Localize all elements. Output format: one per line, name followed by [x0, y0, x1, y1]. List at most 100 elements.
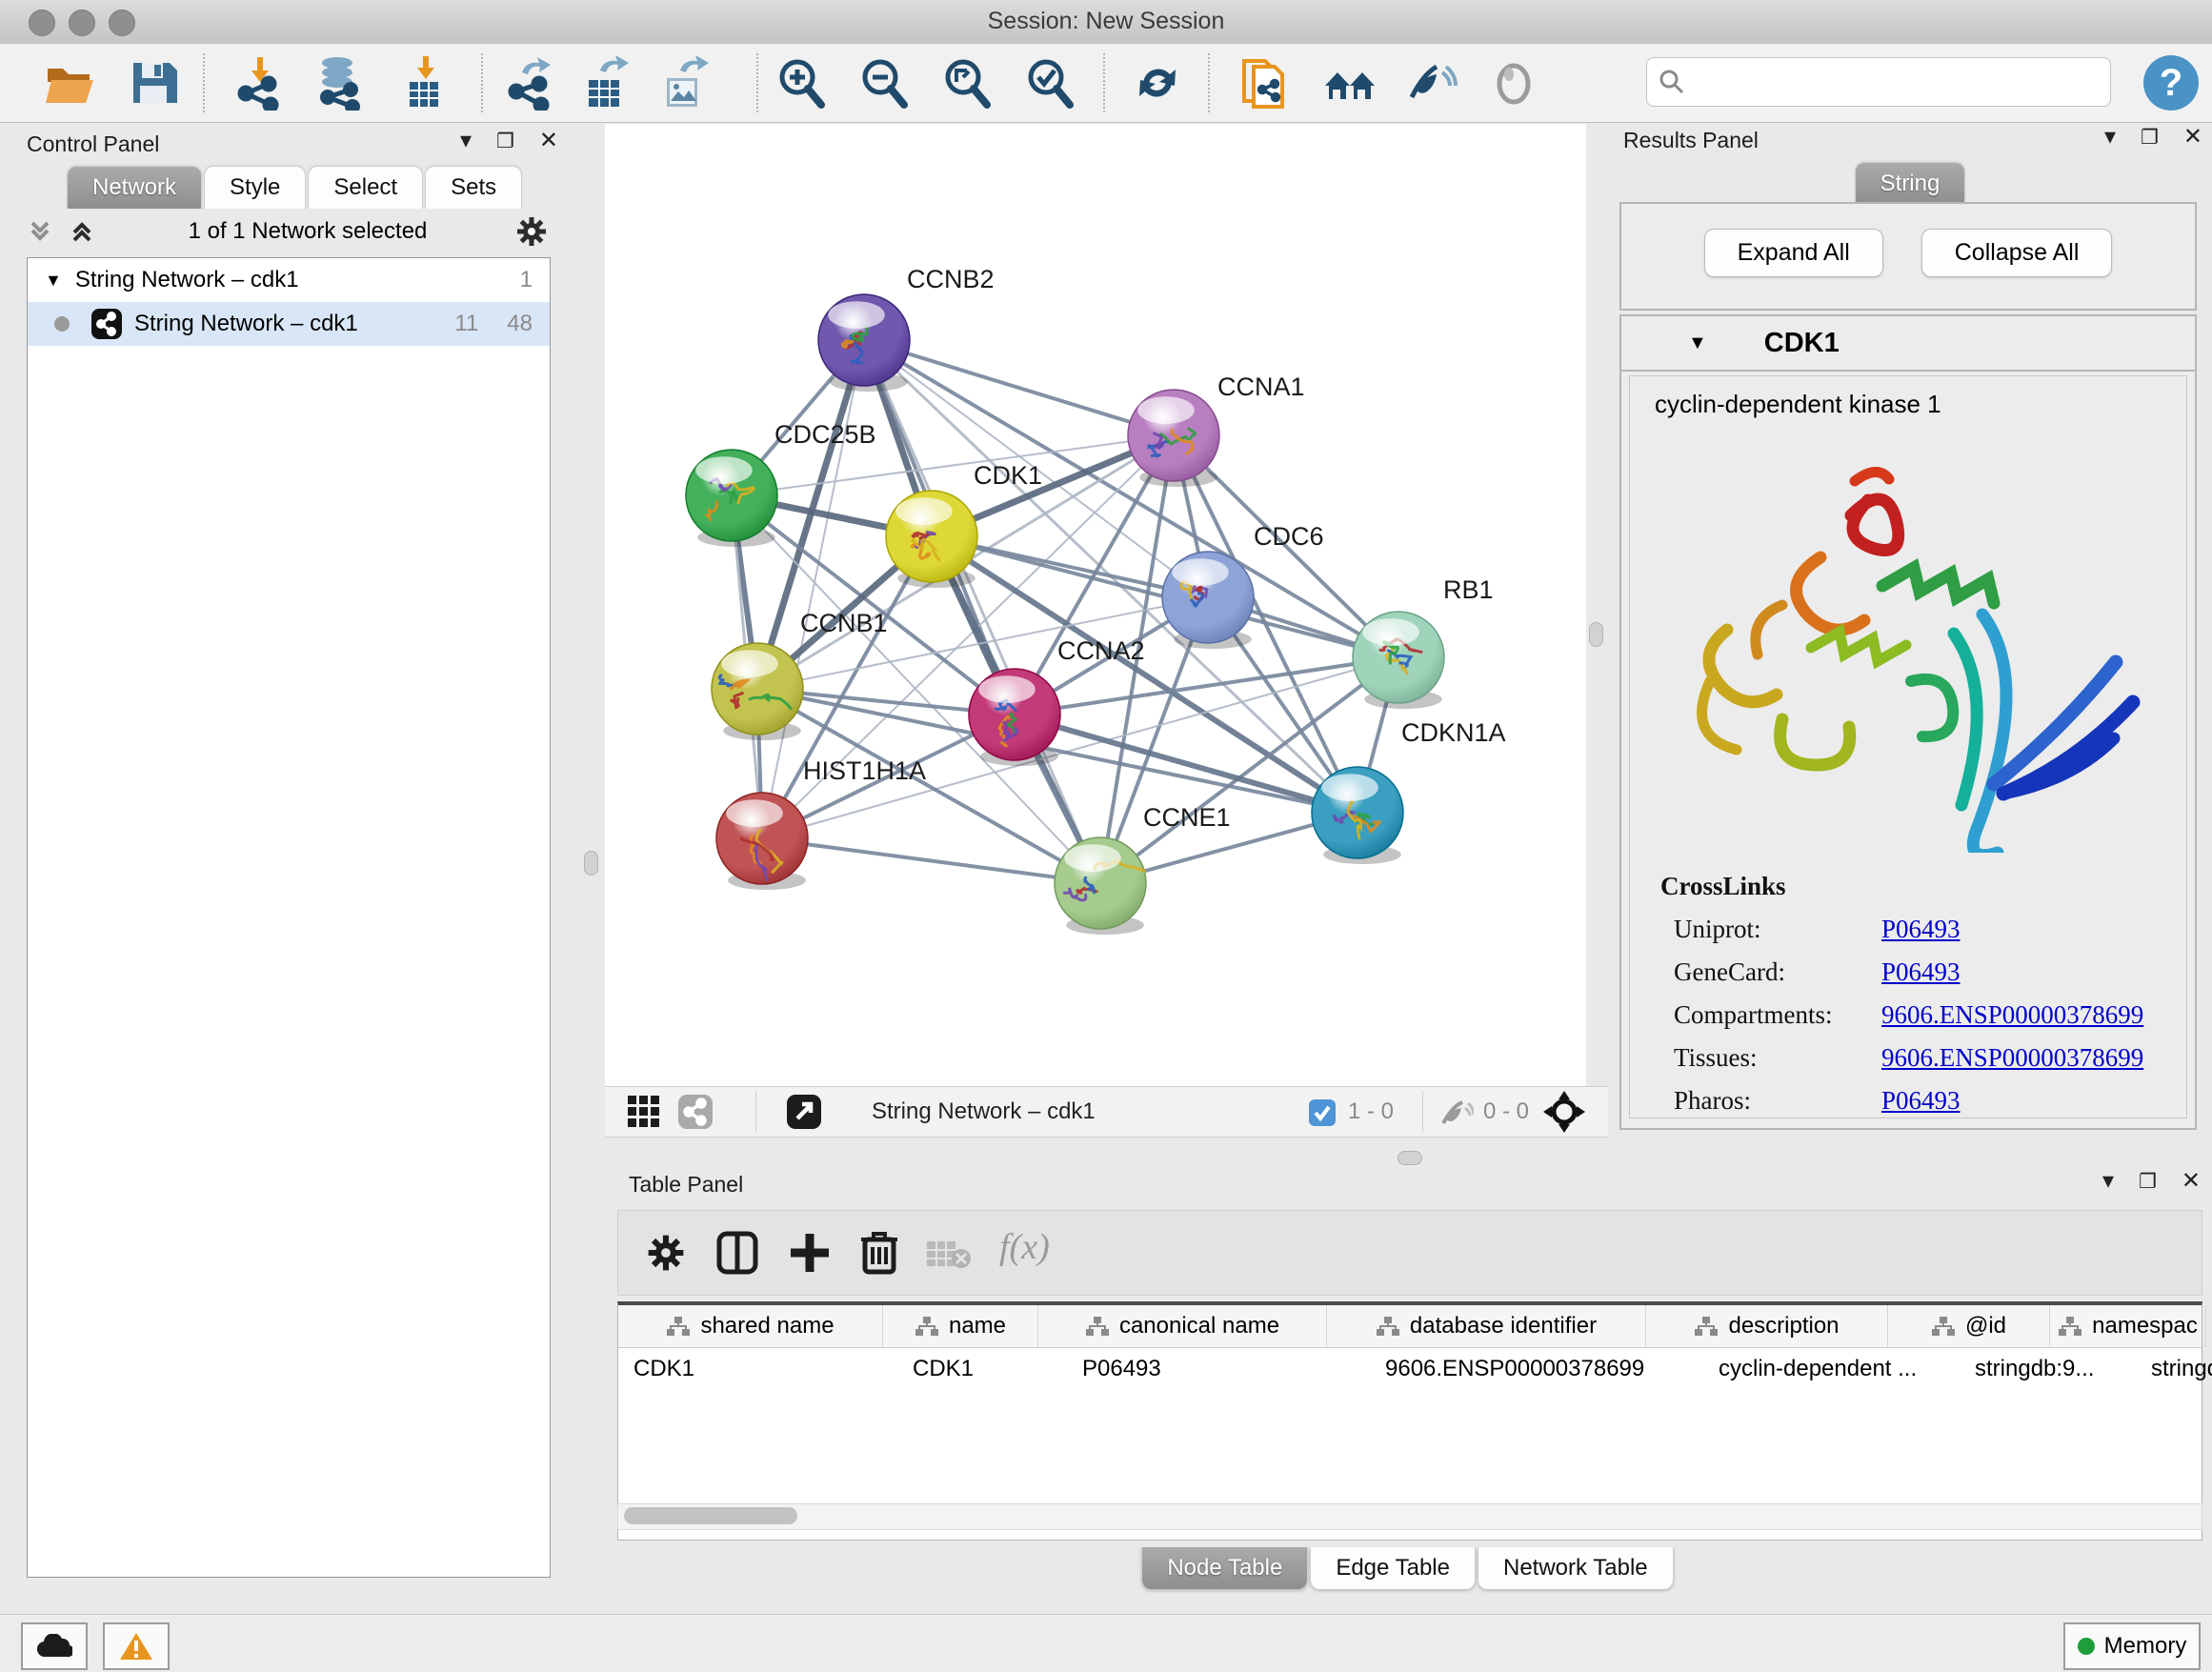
pan-crosshair-icon[interactable]	[1543, 1091, 1585, 1133]
network-options-gear-icon[interactable]	[514, 214, 549, 249]
control-panel-close-button[interactable]: ✕	[539, 130, 558, 152]
table-cell[interactable]: 9606.ENSP00000378699	[1370, 1348, 1703, 1390]
node-CCNA1[interactable]	[1128, 390, 1219, 487]
section-collapse-arrow-icon[interactable]: ▼	[1688, 332, 1707, 354]
edge-CCNB2-CCNA1[interactable]	[864, 340, 1174, 435]
table-cell[interactable]: stringdb:9...	[1960, 1348, 2136, 1390]
network-collection-row[interactable]: ▼ String Network – cdk1 1	[28, 258, 550, 302]
node-CCNA2[interactable]	[969, 669, 1060, 766]
selected-checkbox-icon[interactable]	[1308, 1098, 1337, 1127]
edge-RB1-HIST1H1A[interactable]	[762, 657, 1398, 838]
table-cell[interactable]: cyclin-dependent ...	[1703, 1348, 1960, 1390]
open-session-icon[interactable]	[42, 55, 97, 111]
crosslink-link[interactable]: 9606.ENSP00000378699	[1881, 1000, 2143, 1030]
table-row[interactable]: CDK1CDK1P064939606.ENSP00000378699cyclin…	[618, 1348, 2202, 1390]
table-cell[interactable]: CDK1	[897, 1348, 1067, 1390]
edge-RB1-CCNA2[interactable]	[1015, 657, 1398, 715]
clone-network-icon[interactable]	[1238, 55, 1294, 111]
node-CDKN1A[interactable]	[1312, 767, 1403, 864]
tab-string[interactable]: String	[1855, 162, 1966, 205]
table-horizontal-scrollbar[interactable]	[617, 1503, 2202, 1530]
tab-edge-table[interactable]: Edge Table	[1310, 1547, 1476, 1589]
control-panel-float-button[interactable]: ▾	[460, 130, 472, 152]
import-network-file-icon[interactable]	[232, 55, 288, 111]
scrollbar-thumb[interactable]	[624, 1507, 797, 1524]
cloud-button[interactable]	[21, 1622, 88, 1670]
import-table-file-icon[interactable]	[396, 55, 452, 111]
node-CCNE1[interactable]	[1055, 837, 1146, 935]
table-panel-float-button[interactable]: ▾	[2102, 1170, 2114, 1193]
node-CDK1[interactable]	[886, 491, 977, 588]
memory-button[interactable]: Memory	[2063, 1622, 2201, 1670]
network-row[interactable]: String Network – cdk1 11 48	[28, 302, 550, 346]
column-header-namespac[interactable]: namespac	[2050, 1305, 2206, 1347]
delete-column-icon[interactable]	[858, 1228, 900, 1276]
tab-network[interactable]: Network	[67, 166, 202, 209]
birds-eye-view-icon[interactable]	[677, 1094, 714, 1130]
edge-HIST1H1A-CCNE1[interactable]	[762, 838, 1100, 883]
column-header--id[interactable]: @id	[1888, 1305, 2050, 1347]
table-options-gear-icon[interactable]	[645, 1232, 687, 1274]
show-columns-icon[interactable]	[715, 1230, 759, 1276]
save-session-icon[interactable]	[126, 55, 181, 111]
node-CDC6[interactable]	[1162, 552, 1254, 649]
crosslink-link[interactable]: P06493	[1881, 915, 1961, 944]
gene-section-header[interactable]: ▼ CDK1	[1621, 316, 2195, 372]
collection-expand-arrow-icon[interactable]: ▼	[45, 271, 62, 291]
collapse-all-button[interactable]: Collapse All	[1921, 229, 2113, 277]
tab-style[interactable]: Style	[204, 166, 306, 209]
table-panel-close-button[interactable]: ✕	[2182, 1170, 2201, 1193]
column-header-database-identifier[interactable]: database identifier	[1327, 1305, 1646, 1347]
grid-view-icon[interactable]	[626, 1094, 662, 1130]
zoom-fit-icon[interactable]	[939, 55, 995, 111]
node-CDC25B[interactable]	[686, 450, 777, 547]
results-panel-maximize-button[interactable]: ❐	[2141, 128, 2159, 148]
tab-sets[interactable]: Sets	[425, 166, 522, 209]
node-RB1[interactable]	[1353, 612, 1444, 709]
search-input[interactable]	[1646, 57, 2111, 107]
expand-all-icon[interactable]	[69, 217, 101, 246]
expand-all-button[interactable]: Expand All	[1704, 229, 1883, 277]
bottom-splitter-handle[interactable]	[1398, 1151, 1422, 1165]
crosslink-link[interactable]: 9606.ENSP00000378699	[1881, 1043, 2143, 1073]
crosslink-label: Uniprot:	[1674, 915, 1881, 944]
help-icon[interactable]: ?	[2142, 53, 2201, 112]
results-panel-close-button[interactable]: ✕	[2183, 126, 2202, 149]
import-network-database-icon[interactable]	[312, 55, 368, 111]
control-panel-maximize-button[interactable]: ❐	[496, 131, 514, 151]
zoom-out-icon[interactable]	[856, 55, 912, 111]
zoom-selected-icon[interactable]	[1022, 55, 1077, 111]
column-header-canonical-name[interactable]: canonical name	[1038, 1305, 1327, 1347]
network-canvas[interactable]: CCNB2CCNA1CDC25BCDK1CDC6RB1CCNB1CCNA2CDK…	[605, 124, 1586, 1086]
column-header-description[interactable]: description	[1646, 1305, 1888, 1347]
node-HIST1H1A[interactable]	[716, 793, 808, 890]
zoom-in-icon[interactable]	[774, 55, 829, 111]
warning-button[interactable]	[103, 1622, 170, 1670]
edge-CCNB2-CCNE1[interactable]	[864, 340, 1100, 883]
tab-network-table[interactable]: Network Table	[1478, 1547, 1674, 1589]
refresh-icon[interactable]	[1130, 55, 1185, 111]
collapse-all-icon[interactable]	[27, 217, 59, 246]
hide-unhide-icon[interactable]	[1404, 55, 1459, 111]
crosslink-link[interactable]: P06493	[1881, 1086, 1961, 1116]
column-header-name[interactable]: name	[883, 1305, 1038, 1347]
table-cell[interactable]: P06493	[1067, 1348, 1370, 1390]
right-splitter-handle[interactable]	[1589, 622, 1603, 647]
table-cell[interactable]: stringdb	[2136, 1348, 2212, 1390]
tab-select[interactable]: Select	[308, 166, 423, 209]
export-table-icon[interactable]	[579, 55, 634, 111]
table-panel-maximize-button[interactable]: ❐	[2139, 1172, 2157, 1192]
results-panel-float-button[interactable]: ▾	[2104, 126, 2116, 149]
column-header-shared-name[interactable]: shared name	[618, 1305, 883, 1347]
table-cell[interactable]: CDK1	[618, 1348, 897, 1390]
tab-node-table[interactable]: Node Table	[1141, 1547, 1308, 1589]
home-icon[interactable]	[1322, 55, 1377, 111]
export-image-icon[interactable]	[657, 55, 713, 111]
node-CCNB1[interactable]	[712, 643, 803, 740]
export-network-icon[interactable]	[503, 55, 558, 111]
crosslink-link[interactable]: P06493	[1881, 957, 1961, 987]
add-column-icon[interactable]	[788, 1230, 832, 1276]
left-splitter-handle[interactable]	[584, 851, 598, 876]
open-in-window-icon[interactable]	[786, 1094, 822, 1130]
show-all-icon[interactable]	[1486, 55, 1541, 111]
